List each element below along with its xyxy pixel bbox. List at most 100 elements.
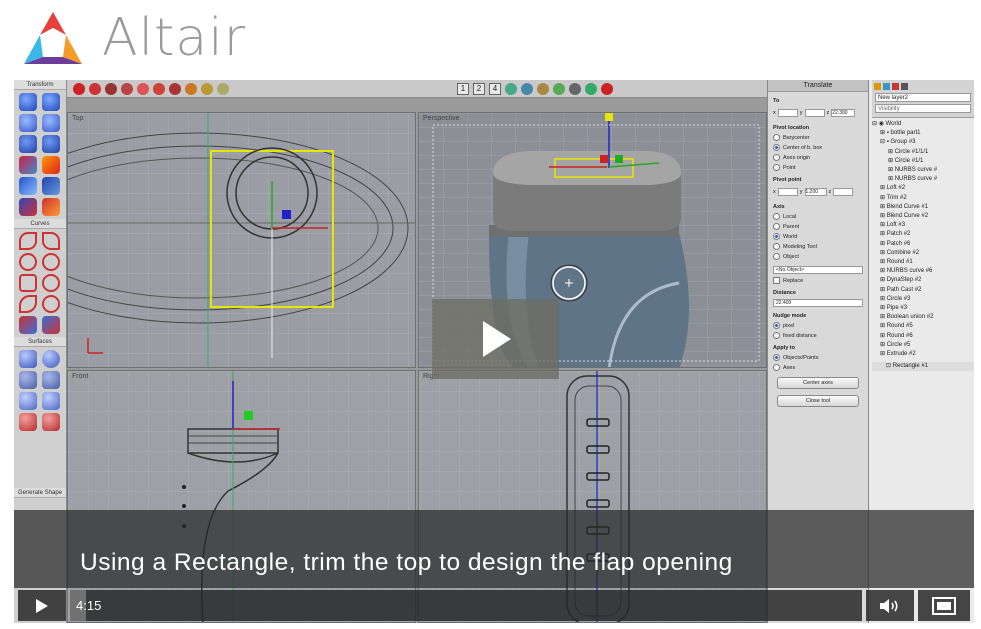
- play-button[interactable]: [18, 590, 66, 621]
- tree-item[interactable]: ⊞ Pipe #3: [872, 304, 974, 313]
- visibility-select[interactable]: Visibility: [875, 104, 971, 113]
- object-field[interactable]: <No Object>: [773, 266, 863, 274]
- render-icon[interactable]: [89, 82, 101, 95]
- progress-bar[interactable]: 4:15: [70, 590, 862, 621]
- tree-item[interactable]: ⊞ Circle #5: [872, 341, 974, 350]
- apply-option[interactable]: Axes: [773, 364, 863, 371]
- nudge-option[interactable]: fixed distance: [773, 332, 863, 339]
- viewport-top[interactable]: Top: [67, 112, 416, 368]
- volume-button[interactable]: [866, 590, 914, 621]
- snap-icon[interactable]: [569, 82, 581, 95]
- tree-item[interactable]: ⊞ NURBS curve #6: [872, 267, 974, 276]
- axis-option[interactable]: Modeling Tool: [773, 243, 863, 250]
- pivot-x-field[interactable]: [777, 188, 798, 196]
- lock-icon[interactable]: [901, 83, 908, 90]
- pivot-y-field[interactable]: 1.200: [804, 188, 827, 196]
- tree-item[interactable]: ⊞ Round #1: [872, 258, 974, 267]
- curve-tool-icon[interactable]: [41, 232, 60, 250]
- tree-item[interactable]: ⊞ NURBS curve #: [872, 166, 974, 175]
- big-play-button[interactable]: [432, 299, 559, 379]
- tree-item[interactable]: ⊞ Round #5: [872, 322, 974, 331]
- to-z-field[interactable]: 22.300: [831, 109, 856, 117]
- tree-item[interactable]: ⊞ Boolean union #2: [872, 313, 974, 322]
- close-tool-button[interactable]: Close tool: [777, 395, 859, 407]
- tool-icon[interactable]: [41, 177, 60, 195]
- pivot-option[interactable]: Axes origin: [773, 154, 863, 161]
- view-4-button[interactable]: 4: [489, 82, 501, 95]
- view-1-button[interactable]: 1: [457, 82, 469, 95]
- curve-tool-icon[interactable]: [41, 274, 60, 292]
- tool-icon[interactable]: [19, 177, 37, 195]
- tree-item[interactable]: ⊞ Combine #2: [872, 249, 974, 258]
- curve-tool-icon[interactable]: [41, 295, 60, 313]
- layer-select[interactable]: New layer2: [875, 93, 971, 102]
- fullscreen-button[interactable]: [918, 590, 970, 621]
- snap-icon[interactable]: [521, 82, 533, 95]
- tool-icon[interactable]: [41, 114, 60, 132]
- tree-item-selected[interactable]: ⊡ Rectangle #1: [872, 362, 974, 372]
- tree-item[interactable]: ⊞ Path Cast #2: [872, 286, 974, 295]
- tool-icon[interactable]: [19, 156, 37, 174]
- render-icon[interactable]: [169, 82, 181, 95]
- pivot-z-field[interactable]: [833, 188, 854, 196]
- tree-item[interactable]: ⊞ Circle #3: [872, 295, 974, 304]
- render-icon[interactable]: [201, 82, 213, 95]
- tree-item[interactable]: ⊞ Loft #3: [872, 221, 974, 230]
- tree-item[interactable]: ⊞ Trim #2: [872, 194, 974, 203]
- tree-item[interactable]: ⊞ Extrude #2: [872, 350, 974, 359]
- axis-option[interactable]: Object: [773, 253, 863, 260]
- distance-field[interactable]: 22.400: [773, 299, 863, 307]
- tree-item[interactable]: ⊞ Round #6: [872, 332, 974, 341]
- curve-tool-icon[interactable]: [41, 316, 60, 334]
- render-icon[interactable]: [121, 82, 133, 95]
- axis-option[interactable]: Parent: [773, 223, 863, 230]
- tree-item[interactable]: ⊞ NURBS curve #: [872, 175, 974, 184]
- tool-icon[interactable]: [41, 198, 60, 216]
- curve-tool-icon[interactable]: [41, 253, 60, 271]
- tree-item[interactable]: ⊞ ▪ bottle part1: [872, 129, 974, 138]
- tree-item[interactable]: ⊞ Circle #1/1: [872, 157, 974, 166]
- curve-tool-icon[interactable]: [19, 253, 37, 271]
- axis-option[interactable]: World: [773, 233, 863, 240]
- tree-item[interactable]: ⊞ Blend Curve #1: [872, 203, 974, 212]
- replace-checkbox[interactable]: Replace: [773, 277, 863, 284]
- apply-option[interactable]: Objects/Points: [773, 354, 863, 361]
- tool-icon[interactable]: [41, 156, 60, 174]
- tree-item[interactable]: ⊞ DynaStep #2: [872, 276, 974, 285]
- tree-item[interactable]: ⊟ ▪ Group #3: [872, 138, 974, 147]
- tree-item[interactable]: ⊞ Circle #1/1/1: [872, 148, 974, 157]
- surface-tool-icon[interactable]: [19, 392, 37, 410]
- render-icon[interactable]: [217, 82, 229, 95]
- axis-option[interactable]: Local: [773, 213, 863, 220]
- folder-icon[interactable]: [874, 83, 881, 90]
- render-icon[interactable]: [105, 82, 117, 95]
- curve-tool-icon[interactable]: [19, 232, 37, 250]
- snap-icon[interactable]: [505, 82, 517, 95]
- to-y-field[interactable]: [804, 109, 825, 117]
- pivot-option[interactable]: Barycenter: [773, 134, 863, 141]
- tree-item[interactable]: ⊞ Patch #2: [872, 230, 974, 239]
- curve-tool-icon[interactable]: [19, 316, 37, 334]
- tool-icon[interactable]: [19, 93, 37, 111]
- surface-tool-icon[interactable]: [19, 371, 37, 389]
- surface-tool-icon[interactable]: [41, 350, 60, 368]
- tool-icon[interactable]: [19, 198, 37, 216]
- tool-icon[interactable]: [41, 135, 60, 153]
- tree-item[interactable]: ⊞ Blend Curve #2: [872, 212, 974, 221]
- snap-icon[interactable]: [553, 82, 565, 95]
- surface-tool-icon[interactable]: [41, 392, 60, 410]
- render-icon[interactable]: [73, 82, 85, 95]
- tree-item[interactable]: ⊞ Loft #2: [872, 184, 974, 193]
- pivot-option[interactable]: Center of b. box: [773, 144, 863, 151]
- view-2-button[interactable]: 2: [473, 82, 485, 95]
- nudge-option[interactable]: pixel: [773, 322, 863, 329]
- render-icon[interactable]: [137, 82, 149, 95]
- snap-icon[interactable]: [585, 82, 597, 95]
- snap-icon[interactable]: [537, 82, 549, 95]
- tool-icon[interactable]: [19, 135, 37, 153]
- center-axes-button[interactable]: Center axes: [777, 377, 859, 389]
- pivot-option[interactable]: Point: [773, 164, 863, 171]
- curve-tool-icon[interactable]: [19, 295, 37, 313]
- delete-icon[interactable]: [892, 83, 899, 90]
- no-snap-icon[interactable]: [601, 82, 613, 95]
